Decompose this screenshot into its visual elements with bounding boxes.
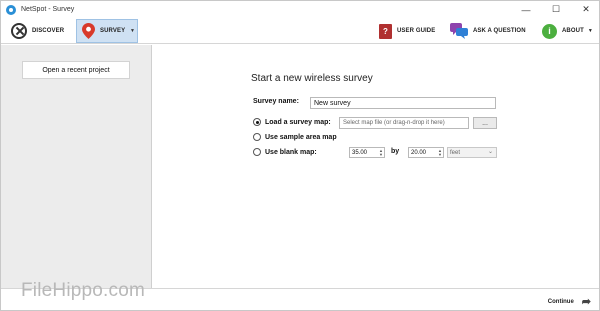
about-button[interactable]: i ABOUT ▼ (542, 19, 593, 43)
survey-button[interactable]: SURVEY ▼ (76, 19, 138, 43)
page-title: Start a new wireless survey (251, 73, 373, 84)
chevron-down-icon: ⌄ (487, 149, 493, 155)
chat-bubbles-icon (450, 23, 468, 39)
load-map-option[interactable]: Load a survey map: (253, 118, 331, 126)
continue-label: Continue (547, 298, 574, 305)
unit-select[interactable]: feet ⌄ (447, 147, 497, 158)
survey-label: SURVEY (100, 28, 126, 34)
title-bar: NetSpot - Survey — ☐ ✕ (1, 1, 599, 18)
chevron-down-icon: ▼ (587, 28, 593, 34)
location-pin-icon (82, 23, 95, 39)
survey-name-row: Survey name: (253, 98, 299, 105)
about-label: ABOUT (562, 28, 584, 34)
ask-question-button[interactable]: ASK A QUESTION (450, 19, 526, 43)
sample-map-option[interactable]: Use sample area map (253, 133, 337, 141)
survey-form-panel: Start a new wireless survey Survey name:… (153, 45, 599, 288)
ask-question-label: ASK A QUESTION (473, 28, 526, 34)
map-file-input[interactable]: Select map file (or drag-n-drop it here) (339, 117, 469, 129)
close-button[interactable]: ✕ (571, 1, 599, 18)
discover-label: DISCOVER (32, 28, 65, 34)
discover-button[interactable]: DISCOVER (11, 19, 64, 43)
blank-map-label: Use blank map: (265, 148, 317, 156)
spin-arrows-icon[interactable]: ▲ ▼ (379, 149, 383, 157)
sample-map-radio[interactable] (253, 133, 261, 141)
book-icon: ? (379, 23, 392, 39)
maximize-button[interactable]: ☐ (541, 1, 571, 18)
browse-button[interactable]: ... (473, 117, 497, 129)
main-toolbar: DISCOVER SURVEY ▼ ? USER GUIDE ASK A QUE… (1, 18, 599, 44)
by-label: by (391, 148, 400, 155)
watermark: FileHippo.com (21, 280, 146, 301)
width-value: 35.00 (352, 149, 368, 156)
window-title: NetSpot - Survey (21, 6, 75, 13)
discover-icon (11, 23, 27, 39)
load-map-radio[interactable] (253, 118, 261, 126)
window-controls: — ☐ ✕ (511, 1, 599, 18)
survey-name-label: Survey name: (253, 98, 299, 105)
height-stepper[interactable]: 20.00 ▲ ▼ (408, 147, 444, 158)
info-icon: i (542, 23, 557, 39)
chevron-down-icon[interactable]: ▼ (130, 28, 135, 34)
spin-arrows-icon[interactable]: ▲ ▼ (438, 149, 442, 157)
arrow-right-icon: ➦ (581, 296, 591, 308)
user-guide-label: USER GUIDE (397, 28, 436, 34)
minimize-button[interactable]: — (511, 1, 541, 18)
continue-button[interactable]: Continue ➦ (548, 295, 591, 308)
sidebar: Open a recent project (1, 45, 152, 288)
app-window: NetSpot - Survey — ☐ ✕ DISCOVER SURVEY ▼… (0, 0, 600, 311)
unit-value: feet (450, 149, 461, 156)
blank-map-radio[interactable] (253, 148, 261, 156)
width-stepper[interactable]: 35.00 ▲ ▼ (349, 147, 385, 158)
survey-name-input[interactable]: New survey (310, 97, 496, 109)
netspot-logo-icon (6, 4, 16, 15)
blank-map-option[interactable]: Use blank map: (253, 148, 317, 156)
height-value: 20.00 (411, 149, 427, 156)
sample-map-label: Use sample area map (265, 133, 337, 141)
open-recent-project-button[interactable]: Open a recent project (22, 61, 130, 79)
load-map-label: Load a survey map: (265, 118, 331, 126)
user-guide-button[interactable]: ? USER GUIDE (379, 19, 435, 43)
